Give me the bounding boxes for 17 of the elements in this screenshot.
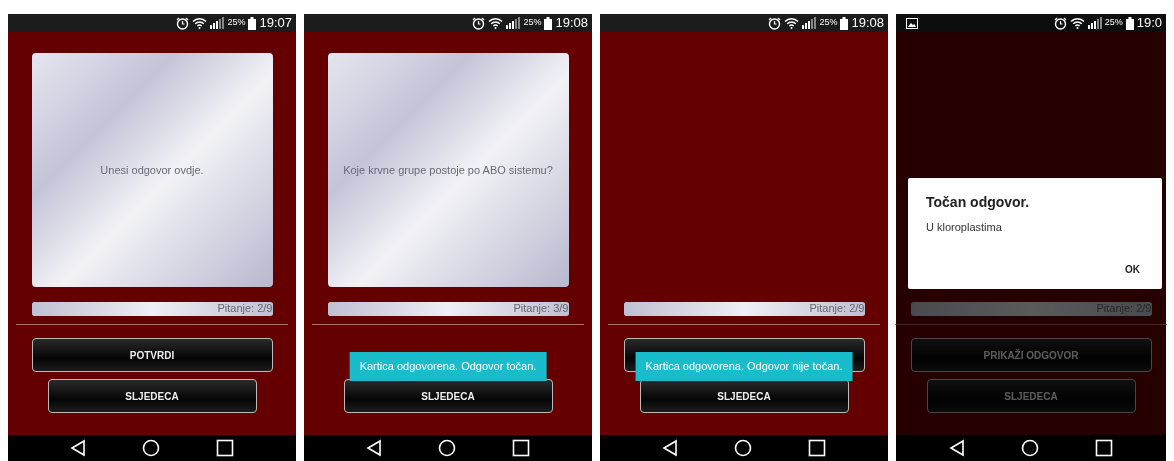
battery-percent: 25% bbox=[523, 16, 542, 30]
answer-toast: Kartica odgovorena. Odgovor nije točan. bbox=[635, 352, 853, 381]
clock-time: 19:07 bbox=[259, 14, 292, 33]
question-counter: Pitanje: 2/9 bbox=[809, 303, 865, 314]
clock-time: 19:08 bbox=[851, 14, 884, 33]
battery-percent: 25% bbox=[227, 16, 246, 30]
question-card: Unesi odgovor ovdje. bbox=[31, 53, 273, 287]
answer-toast: Kartica odgovorena. Odgovor točan. bbox=[349, 352, 547, 381]
dialog-title: Točan odgovor. bbox=[926, 193, 1031, 212]
question-card: Koje krvne grupe postoje po ABO sistemu? bbox=[327, 53, 569, 287]
clock-time: 19:0 bbox=[1136, 14, 1162, 33]
question-counter: Pitanje: 2/9 bbox=[217, 303, 273, 314]
dialog-message: U kloroplastima bbox=[926, 220, 1003, 235]
clock-time: 19:08 bbox=[555, 14, 588, 33]
battery-percent: 25% bbox=[1104, 16, 1123, 30]
question-counter: Pitanje: 3/9 bbox=[513, 303, 569, 314]
battery-percent: 25% bbox=[819, 16, 838, 30]
